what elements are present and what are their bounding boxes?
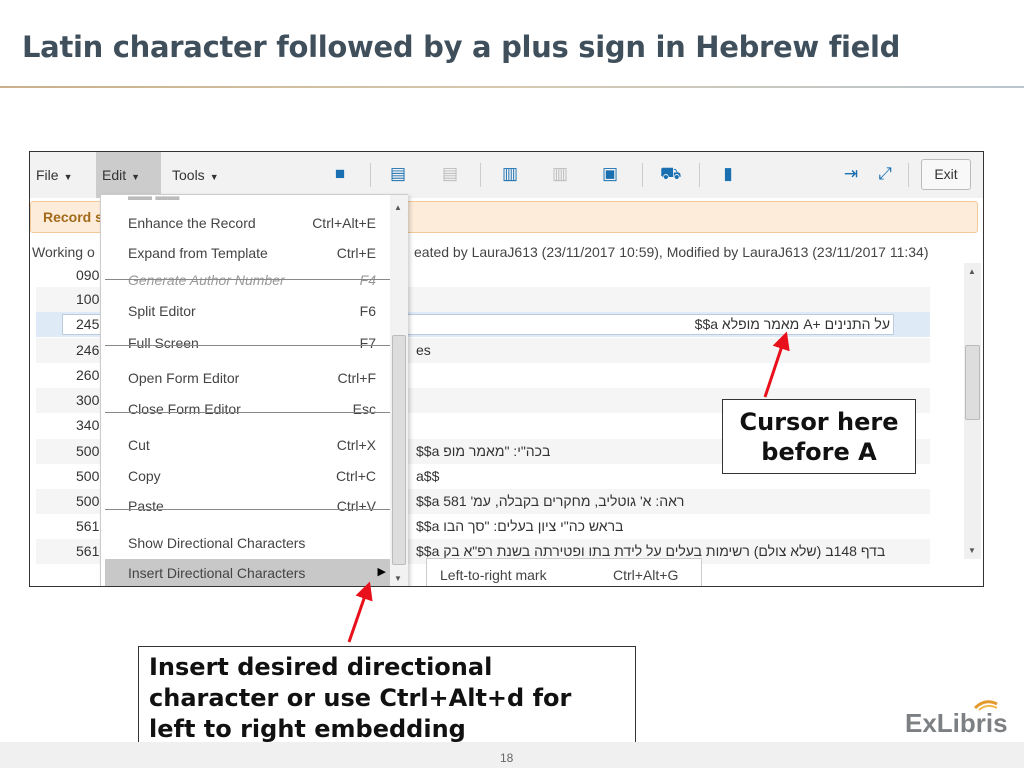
exlibris-logo: ExLibris [905, 700, 1008, 738]
arrow-to-menu-item [347, 581, 373, 643]
arrow-to-cursor [763, 331, 790, 398]
instruction-callout: Insert desired directional character or … [138, 646, 636, 750]
svg-text:ExLibris: ExLibris [905, 708, 1008, 738]
cursor-callout: Cursor here before A [722, 399, 916, 474]
page-number: 18 [500, 751, 514, 765]
